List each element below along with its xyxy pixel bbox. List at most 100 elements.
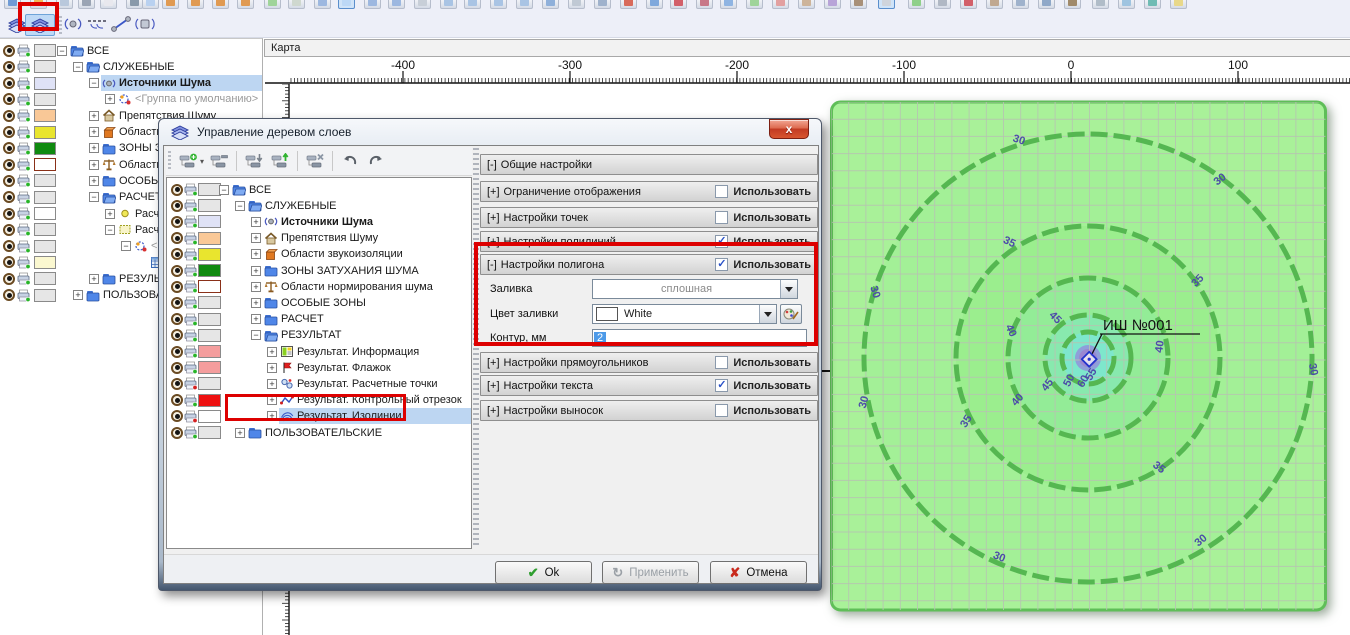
tree-row[interactable]: +Результат. Расчетные точки (167, 375, 471, 392)
toolbar-icon-clipped[interactable] (314, 0, 331, 9)
layer-color-swatch[interactable] (34, 289, 56, 302)
expand-box[interactable]: + (251, 249, 261, 259)
section-header[interactable]: [+] Ограничение отображенияИспользовать (480, 181, 818, 202)
apply-button[interactable]: ↻ Применить (602, 561, 699, 584)
toolbar-icon-clipped[interactable] (824, 0, 841, 9)
toolbar-icon-clipped[interactable] (414, 0, 431, 9)
tree-row[interactable]: −ВСЕ (0, 42, 262, 59)
printer-icon[interactable] (17, 223, 31, 236)
visibility-eye-icon[interactable] (3, 273, 15, 285)
expand-box[interactable]: + (105, 209, 115, 219)
layer-color-swatch[interactable] (198, 329, 221, 342)
printer-icon[interactable] (17, 289, 31, 302)
toolbar-icon-clipped[interactable] (746, 0, 763, 9)
tree-row-label[interactable]: Результат. Информация (297, 346, 419, 358)
expand-box[interactable]: + (89, 176, 99, 186)
visibility-eye-icon[interactable] (3, 256, 15, 268)
expand-box[interactable]: + (251, 298, 261, 308)
toolbar-icon-clipped[interactable] (720, 0, 737, 9)
checkbox-checked-icon[interactable]: ✓ (715, 235, 728, 248)
expand-box[interactable]: + (267, 379, 277, 389)
use-option[interactable]: ✓Использовать (715, 258, 811, 271)
move-node-down-button[interactable] (243, 150, 265, 172)
printer-icon[interactable] (17, 174, 31, 187)
dropdown-arrow-button[interactable] (759, 305, 776, 323)
remove-node-button[interactable] (208, 150, 230, 172)
tree-row-label[interactable]: Результат. Изолинии (297, 410, 402, 422)
layer-color-swatch[interactable] (198, 215, 221, 228)
visibility-eye-icon[interactable] (3, 77, 15, 89)
toolbar-icon-clipped[interactable] (1012, 0, 1029, 9)
visibility-eye-icon[interactable] (171, 248, 183, 260)
tree-row-label[interactable]: СЛУЖЕБНЫЕ (103, 61, 175, 73)
printer-icon[interactable] (184, 345, 198, 358)
tree-row[interactable]: +Области нормирования шума (167, 278, 471, 295)
visibility-eye-icon[interactable] (3, 289, 15, 301)
section-toggle[interactable]: [+] (487, 212, 500, 224)
section-toggle[interactable]: [+] (487, 186, 500, 198)
expand-box[interactable]: + (73, 290, 83, 300)
visibility-eye-icon[interactable] (171, 184, 183, 196)
collapse-box[interactable]: − (121, 241, 131, 251)
collapse-box[interactable]: − (73, 62, 83, 72)
layer-color-swatch[interactable] (198, 345, 221, 358)
printer-icon[interactable] (184, 264, 198, 277)
printer-icon[interactable] (184, 377, 198, 390)
visibility-eye-icon[interactable] (171, 410, 183, 422)
printer-icon[interactable] (17, 44, 31, 57)
section-toggle[interactable]: [-] (487, 159, 497, 171)
visibility-eye-icon[interactable] (3, 159, 15, 171)
printer-icon[interactable] (184, 232, 198, 245)
expand-box[interactable]: + (251, 266, 261, 276)
printer-icon[interactable] (184, 199, 198, 212)
tree-row[interactable]: +Результат. Изолинии (167, 408, 471, 425)
section-header[interactable]: [+] Настройки полилиний✓Использовать (480, 231, 818, 252)
tree-row-label[interactable]: Результат. Контрольный отрезок (297, 394, 462, 406)
section-toggle[interactable]: [+] (487, 236, 500, 248)
use-option[interactable]: ✓Использовать (715, 235, 811, 248)
layer-color-swatch[interactable] (198, 377, 221, 390)
section-header[interactable]: [-] Общие настройки (480, 154, 818, 175)
tree-row[interactable]: +ПОЛЬЗОВАТЕЛЬСКИЕ (167, 424, 471, 441)
tree-row-label[interactable]: Области нормирования шума (281, 281, 433, 293)
tree-row[interactable]: −РЕЗУЛЬТАТ (167, 327, 471, 344)
layer-color-swatch[interactable] (34, 60, 56, 73)
layer-color-swatch[interactable] (198, 410, 221, 423)
layer-color-swatch[interactable] (34, 240, 56, 253)
toolbar-icon-clipped[interactable] (1092, 0, 1109, 9)
use-option[interactable]: Использовать (715, 356, 811, 369)
section-header[interactable]: [+] Настройки текста✓Использовать (480, 375, 818, 396)
checkbox-checked-icon[interactable]: ✓ (715, 379, 728, 392)
visibility-eye-icon[interactable] (3, 142, 15, 154)
toolbar-icon-clipped[interactable] (264, 0, 281, 9)
expand-box[interactable]: + (251, 233, 261, 243)
expand-box[interactable]: + (105, 94, 115, 104)
expand-box[interactable]: + (89, 111, 99, 121)
tree-row-label[interactable]: ВСЕ (249, 184, 271, 196)
layer-color-swatch[interactable] (198, 313, 221, 326)
fill-style-dropdown[interactable]: сплошная (592, 279, 798, 299)
expand-box[interactable]: + (267, 395, 277, 405)
expand-box[interactable]: + (89, 160, 99, 170)
dropdown-caret-icon[interactable]: ▾ (200, 157, 204, 166)
tree-row-label[interactable]: ОСОБЫЕ ЗОНЫ (281, 297, 366, 309)
tree-row[interactable]: + ОСОБЫЕ ЗОНЫ (167, 294, 471, 311)
splitter[interactable] (473, 148, 479, 548)
layer-color-swatch[interactable] (198, 264, 221, 277)
toolbar-icon-clipped[interactable] (878, 0, 895, 9)
visibility-eye-icon[interactable] (171, 297, 183, 309)
layer-color-swatch[interactable] (34, 207, 56, 220)
checkbox-unchecked-icon[interactable] (715, 404, 728, 417)
tree-row[interactable]: +Результат. Флажок (167, 359, 471, 376)
tree-row-label[interactable]: Области звукоизоляции (281, 248, 403, 260)
layer-color-swatch[interactable] (34, 174, 56, 187)
visibility-eye-icon[interactable] (3, 224, 15, 236)
dialog-title-bar[interactable]: Управление деревом слоев (169, 122, 351, 142)
toolbar-icon-clipped[interactable] (772, 0, 789, 9)
tree-row[interactable]: − СЛУЖЕБНЫЕ (0, 58, 262, 75)
toolbar-icon-clipped[interactable] (646, 0, 663, 9)
expand-box[interactable]: + (89, 143, 99, 153)
toolbar-icon-clipped[interactable] (670, 0, 687, 9)
toolbar-icon-clipped[interactable] (908, 0, 925, 9)
toolbar-icon-clipped[interactable] (960, 0, 977, 9)
